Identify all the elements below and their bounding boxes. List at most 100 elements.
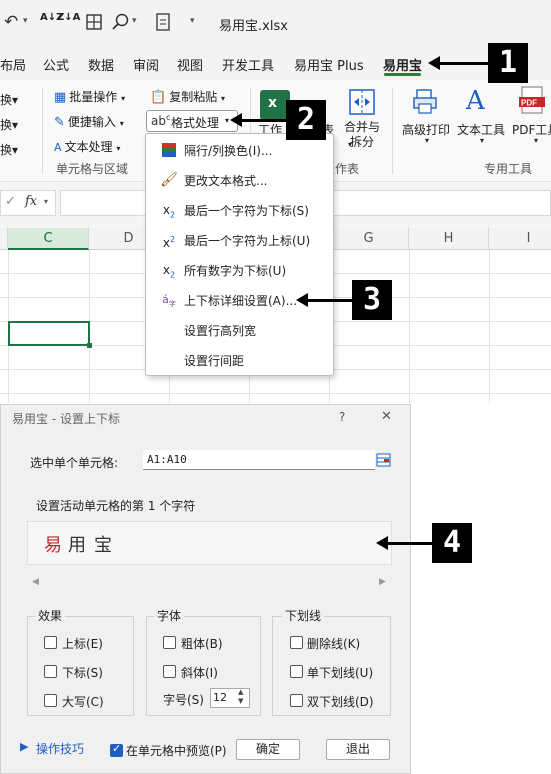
text-process-label: 文本处理: [64, 140, 113, 154]
menu-item-row-height-col-width[interactable]: 设置行高列宽: [146, 316, 333, 344]
search-icon[interactable]: [112, 13, 130, 31]
bold-checkbox[interactable]: [163, 636, 176, 649]
chevron-down-icon: ▾: [116, 144, 121, 153]
text-process-button[interactable]: A 文本处理 ▾: [54, 138, 120, 155]
chevron-down-icon: ▾: [221, 94, 226, 103]
column-header-partial[interactable]: [0, 228, 8, 250]
close-button[interactable]: ✕: [381, 409, 392, 424]
tab-yiyongbao[interactable]: 易用宝: [383, 55, 422, 74]
menu-item-last-char-superscript[interactable]: x2 最后一个字符为上标(U): [146, 226, 333, 254]
superscript-checkbox[interactable]: [44, 636, 57, 649]
menu-item-all-digits-subscript[interactable]: x2 所有数字为下标(U): [146, 256, 333, 284]
scroll-right-icon[interactable]: ▶: [379, 577, 386, 587]
range-picker-icon[interactable]: [376, 453, 391, 467]
single-underline-label: 单下划线(U): [307, 666, 374, 680]
scroll-left-icon[interactable]: ◀: [32, 577, 39, 587]
stepper-up-icon[interactable]: ▲: [238, 688, 243, 696]
format-process-menu: 隔行/列换色(I)... 🖌 更改文本格式... x2 最后一个字符为下标(S)…: [145, 133, 334, 376]
menu-item-label: 最后一个字符为下标(S): [184, 204, 309, 218]
ribbon-partial-item-2[interactable]: 换▾: [0, 116, 18, 133]
format-process-button[interactable]: abc 格式处理 ▾: [146, 110, 238, 132]
cancel-icon[interactable]: ✓: [5, 194, 16, 209]
preview-char-2: 用: [68, 535, 86, 556]
ribbon-partial-item-1[interactable]: 换▾: [0, 91, 18, 108]
callout-badge-4: 4: [432, 523, 472, 563]
ok-button[interactable]: 确定: [236, 739, 300, 760]
formula-controls: ✓ fx ▾: [0, 190, 56, 216]
menu-item-label: 更改文本格式...: [184, 174, 268, 188]
effects-group-title: 效果: [35, 607, 66, 624]
callout-arrowhead-1: [428, 56, 440, 70]
menu-item-alternate-color[interactable]: 隔行/列换色(I)...: [146, 136, 333, 164]
tab-layout[interactable]: 布局: [0, 55, 26, 74]
bulk-ops-icon: ▦: [54, 90, 67, 105]
selected-cell[interactable]: [8, 321, 92, 348]
text-tools-icon[interactable]: A: [466, 86, 485, 116]
preview-in-cell-checkbox[interactable]: [110, 742, 123, 757]
form-icon[interactable]: [156, 13, 170, 31]
menu-item-last-char-subscript[interactable]: x2 最后一个字符为下标(S): [146, 196, 333, 224]
fx-icon[interactable]: fx: [25, 194, 37, 209]
stepper-down-icon[interactable]: ▼: [238, 697, 243, 705]
sort-desc-icon[interactable]: Z↓A: [57, 13, 80, 23]
italic-checkbox[interactable]: [163, 665, 176, 678]
pdf-icon[interactable]: PDF: [518, 86, 548, 116]
tab-formulas[interactable]: 公式: [43, 55, 69, 74]
column-header-h[interactable]: H: [409, 228, 489, 250]
tips-link[interactable]: 操作技巧: [36, 740, 84, 757]
bulk-ops-button[interactable]: ▦ 批量操作 ▾: [54, 88, 125, 105]
column-header-i[interactable]: I: [489, 228, 551, 250]
chevron-down-icon[interactable]: ▾: [190, 16, 195, 26]
copy-paste-button[interactable]: 📋 复制粘贴 ▾: [150, 88, 225, 105]
callout-arrow-1: [438, 62, 488, 65]
table-icon[interactable]: [86, 14, 102, 30]
chevron-down-icon: ▾: [119, 119, 124, 128]
subscript-checkbox[interactable]: [44, 665, 57, 678]
tab-view[interactable]: 视图: [177, 55, 203, 74]
column-header-c[interactable]: C: [8, 228, 89, 250]
chevron-down-icon[interactable]: ▾: [132, 16, 137, 26]
strikethrough-checkbox[interactable]: [290, 636, 303, 649]
merge-split-icon[interactable]: [348, 88, 376, 116]
help-button[interactable]: ?: [339, 410, 345, 424]
double-underline-checkbox[interactable]: [290, 694, 303, 707]
bold-label: 粗体(B): [181, 637, 223, 651]
group-label-cells: 单元格与区域: [56, 162, 129, 176]
exit-button[interactable]: 退出: [326, 739, 390, 760]
font-size-value[interactable]: 12: [213, 691, 227, 704]
menu-item-line-spacing[interactable]: 设置行间距: [146, 346, 333, 374]
subscript-icon: x2: [162, 263, 176, 280]
advanced-print-icon[interactable]: [413, 88, 439, 116]
menu-item-label: 所有数字为下标(U): [184, 264, 287, 278]
pdf-tools-label[interactable]: PDF工具: [512, 121, 551, 138]
callout-arrowhead-3: [296, 293, 308, 307]
ribbon-partial-item-3[interactable]: 换▾: [0, 141, 18, 158]
menu-item-change-text-format[interactable]: 🖌 更改文本格式...: [146, 166, 333, 194]
tab-review[interactable]: 审阅: [133, 55, 159, 74]
chevron-down-icon[interactable]: ▾: [23, 16, 28, 26]
tab-data[interactable]: 数据: [88, 55, 114, 74]
ab-superscript-icon: abc: [151, 113, 171, 128]
callout-badge-2: 2: [286, 100, 326, 140]
easy-input-label: 便捷输入: [67, 115, 116, 129]
tab-yiyongbao-plus[interactable]: 易用宝 Plus: [294, 55, 364, 74]
italic-label: 斜体(I): [181, 666, 218, 680]
easy-input-button[interactable]: ✎ 便捷输入 ▾: [54, 113, 124, 130]
single-underline-checkbox[interactable]: [290, 665, 303, 678]
range-input[interactable]: A1:A10: [143, 450, 375, 470]
font-size-stepper[interactable]: 12 ▲ ▼: [210, 688, 250, 708]
menu-item-label: 设置行间距: [184, 354, 245, 368]
column-header-g[interactable]: G: [329, 228, 409, 250]
dialog-title: 易用宝 - 设置上下标: [12, 412, 120, 426]
undo-icon[interactable]: ↶: [4, 12, 18, 32]
fill-handle[interactable]: [87, 343, 92, 348]
tips-play-icon[interactable]: ▶: [20, 740, 28, 753]
char-scrollbar[interactable]: ◀ ▶: [28, 577, 391, 591]
sort-asc-icon[interactable]: A↓Z: [40, 13, 63, 23]
superscript-label: 上标(E): [62, 637, 103, 651]
uppercase-checkbox[interactable]: [44, 694, 57, 707]
double-underline-label: 双下划线(D): [307, 695, 374, 709]
tab-developer[interactable]: 开发工具: [222, 55, 274, 74]
chevron-down-icon: ▾: [534, 136, 539, 145]
chevron-down-icon[interactable]: ▾: [44, 197, 48, 206]
